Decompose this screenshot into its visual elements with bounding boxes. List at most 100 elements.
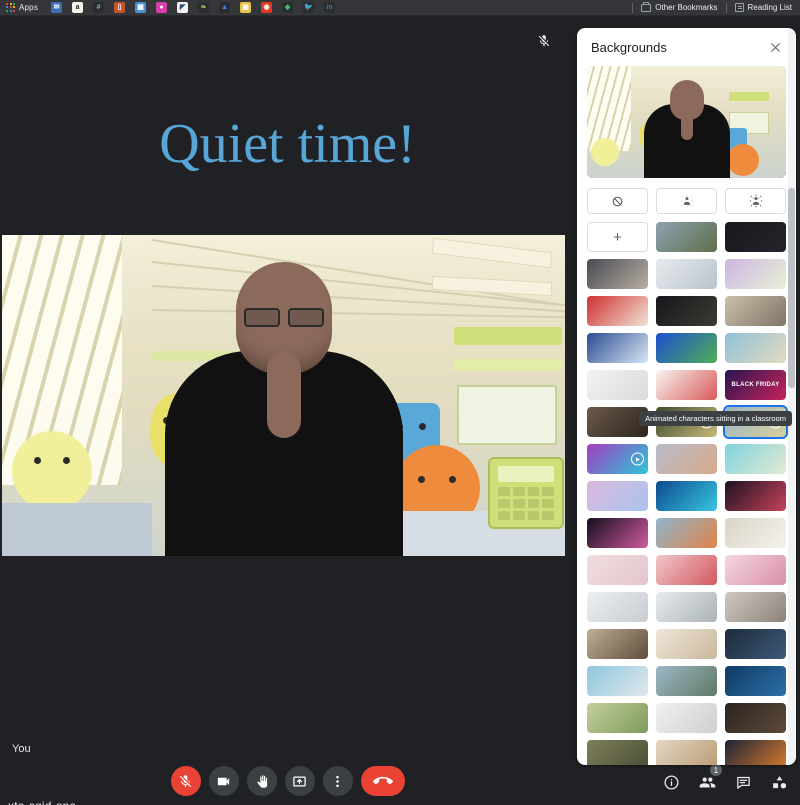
quiet-time-overlay-text: Quiet time!	[159, 113, 416, 175]
background-effect-buttons	[587, 188, 786, 214]
add-background-label: +	[613, 228, 622, 246]
background-thumbnail-christmas-house-lights[interactable]	[656, 296, 717, 326]
people-button[interactable]: 1	[696, 764, 722, 793]
background-thumbnail-neon-abstract-animated[interactable]	[587, 444, 648, 474]
background-thumbnail-white-room-window[interactable]	[656, 703, 717, 733]
no-effect-button[interactable]	[587, 188, 648, 214]
mic-off-indicator	[535, 32, 553, 50]
backgrounds-panel: Backgrounds + BLACK FRIDAY Animated char…	[577, 28, 796, 765]
play-icon	[631, 452, 644, 466]
background-thumbnail-autumn-tree-blossom[interactable]	[656, 518, 717, 548]
reading-list-icon	[734, 3, 744, 12]
participant-silhouette	[159, 256, 409, 556]
background-thumbnail-bookshelf-office[interactable]	[587, 629, 648, 659]
background-thumbnail-paper-sketch-lines[interactable]	[587, 370, 648, 400]
chat-button[interactable]	[732, 771, 754, 793]
background-thumbnail-doodle-faces-drawing[interactable]	[656, 370, 717, 400]
slight-blur-button[interactable]	[656, 188, 717, 214]
panel-scrollbar-thumb[interactable]	[788, 188, 795, 388]
background-thumbnail-purple-foliage[interactable]	[725, 259, 786, 289]
background-thumbnail-white-modern-interior[interactable]	[587, 592, 648, 622]
apps-grid-icon[interactable]	[6, 2, 16, 13]
self-preview-thumbnail[interactable]	[587, 66, 786, 178]
folder-icon	[641, 2, 652, 12]
background-thumbnail-sunset-gradient-plain[interactable]	[656, 444, 717, 474]
bookmark-icon-calendar[interactable]: ▦	[135, 2, 147, 13]
background-thumbnail-beach-snowman[interactable]	[725, 333, 786, 363]
activities-icon	[772, 775, 786, 788]
self-video-tile[interactable]	[2, 235, 565, 556]
background-thumbnail-white-blossom-branches[interactable]	[725, 518, 786, 548]
google-meet-window: Apps ✉ a # ▯ ▦ ● ◤ ❧ ▲ ▣ ◉ ◆ 🐦 in Other Bookmarks Rea…	[0, 0, 800, 805]
mic-off-icon	[538, 35, 550, 47]
people-count-badge: 1	[710, 764, 722, 776]
activities-button[interactable]	[768, 771, 790, 793]
background-thumbnail-autumn-leaves-dark[interactable]	[725, 740, 786, 765]
background-tooltip: Animated characters sitting in a classro…	[639, 411, 792, 426]
background-thumbnail-deep-blue-ocean[interactable]	[725, 666, 786, 696]
background-thumbnail-fireworks-night[interactable]	[587, 518, 648, 548]
background-thumbnail-horses-in-field[interactable]	[587, 740, 648, 765]
more-options-button[interactable]	[322, 766, 353, 796]
background-thumbnail-cherry-blossom-pink[interactable]	[725, 555, 786, 585]
background-thumbnail-tropical-beach[interactable]	[725, 444, 786, 474]
bookmark-icon-green-diamond[interactable]: ◆	[282, 2, 294, 13]
bookmark-icon-slack[interactable]: #	[93, 2, 105, 13]
bookmark-icon-whitepage[interactable]: ◤	[177, 2, 189, 13]
background-thumbnail-red-nebula-space[interactable]	[725, 481, 786, 511]
bookmark-icon-dribbble[interactable]: ●	[156, 2, 168, 13]
background-thumbnail-ocean-horizon[interactable]	[587, 666, 648, 696]
self-participant-label: You	[12, 743, 31, 755]
background-thumbnail-snow-frost-pattern[interactable]	[656, 259, 717, 289]
bookmark-icon-bag[interactable]: ▯	[114, 2, 126, 13]
background-thumbnail-blue-energy-abstract[interactable]	[656, 481, 717, 511]
backgrounds-scroll-area[interactable]: + BLACK FRIDAY Animated characters sitti…	[577, 66, 796, 765]
background-thumbnail-santa-claus[interactable]	[587, 296, 648, 326]
backgrounds-panel-title: Backgrounds	[591, 39, 667, 55]
add-background-button[interactable]: +	[587, 222, 648, 252]
panel-scrollbar-track[interactable]	[788, 28, 795, 765]
background-thumbnail-dark-wood-interior[interactable]	[725, 703, 786, 733]
bookmark-icon-twitter[interactable]: 🐦	[303, 2, 315, 13]
background-thumbnail-black-friday-banner[interactable]: BLACK FRIDAY	[725, 370, 786, 400]
camera-button[interactable]	[208, 766, 239, 796]
background-thumbnail-grey-lounge-room[interactable]	[725, 592, 786, 622]
meeting-details-button[interactable]	[660, 771, 682, 793]
bookmark-icon-email[interactable]: ✉	[51, 2, 63, 13]
close-icon[interactable]	[766, 38, 784, 56]
other-bookmarks-button[interactable]: Other Bookmarks	[641, 2, 718, 12]
video-camera-icon	[217, 777, 230, 785]
present-screen-button[interactable]	[284, 766, 315, 796]
bookmark-icon-reddit[interactable]: ◉	[261, 2, 273, 13]
background-thumbnail-dark-navy-office[interactable]	[725, 629, 786, 659]
more-vertical-icon	[336, 775, 339, 787]
background-thumbnail-pink-bokeh[interactable]	[587, 555, 648, 585]
background-thumbnail-mountain-landscape[interactable]	[656, 222, 717, 252]
background-thumbnail-mountain-lake-scenic[interactable]	[656, 666, 717, 696]
background-thumbnail-grinch-hand-green[interactable]	[656, 333, 717, 363]
background-thumbnail-dark-office-night[interactable]	[725, 222, 786, 252]
meeting-controls-toolbar	[0, 757, 575, 805]
no-effect-icon	[612, 196, 623, 206]
background-thumbnail-grid: + BLACK FRIDAY	[587, 222, 788, 765]
bookmark-icon-yellow-note[interactable]: ▣	[240, 2, 252, 13]
background-thumbnail-bright-living-room[interactable]	[656, 592, 717, 622]
raise-hand-button[interactable]	[246, 766, 277, 796]
background-thumbnail-warm-lamp-corner[interactable]	[656, 740, 717, 765]
bookmark-icon-leaf[interactable]: ❧	[198, 2, 210, 13]
bookmark-icon-drive[interactable]: ▲	[219, 2, 231, 13]
leave-call-button[interactable]	[360, 766, 405, 796]
background-thumbnail-window-curtain-room[interactable]	[656, 629, 717, 659]
bookmark-icon-linkedin[interactable]: in	[324, 2, 336, 13]
bookmark-icon-amazon[interactable]: a	[72, 2, 84, 13]
apps-label[interactable]: Apps	[19, 3, 38, 12]
background-thumbnail-pastel-clouds[interactable]	[587, 481, 648, 511]
background-thumbnail-person-decorating-shelf[interactable]	[587, 259, 648, 289]
blur-background-button[interactable]	[725, 188, 786, 214]
background-thumbnail-snoopy-winter-cartoon[interactable]	[587, 333, 648, 363]
microphone-button[interactable]	[170, 766, 201, 796]
background-thumbnail-green-field-landscape[interactable]	[587, 703, 648, 733]
background-thumbnail-pink-tiled-pattern[interactable]	[656, 555, 717, 585]
background-thumbnail-elf-movie-scene[interactable]	[725, 296, 786, 326]
reading-list-button[interactable]: Reading List	[734, 3, 792, 12]
